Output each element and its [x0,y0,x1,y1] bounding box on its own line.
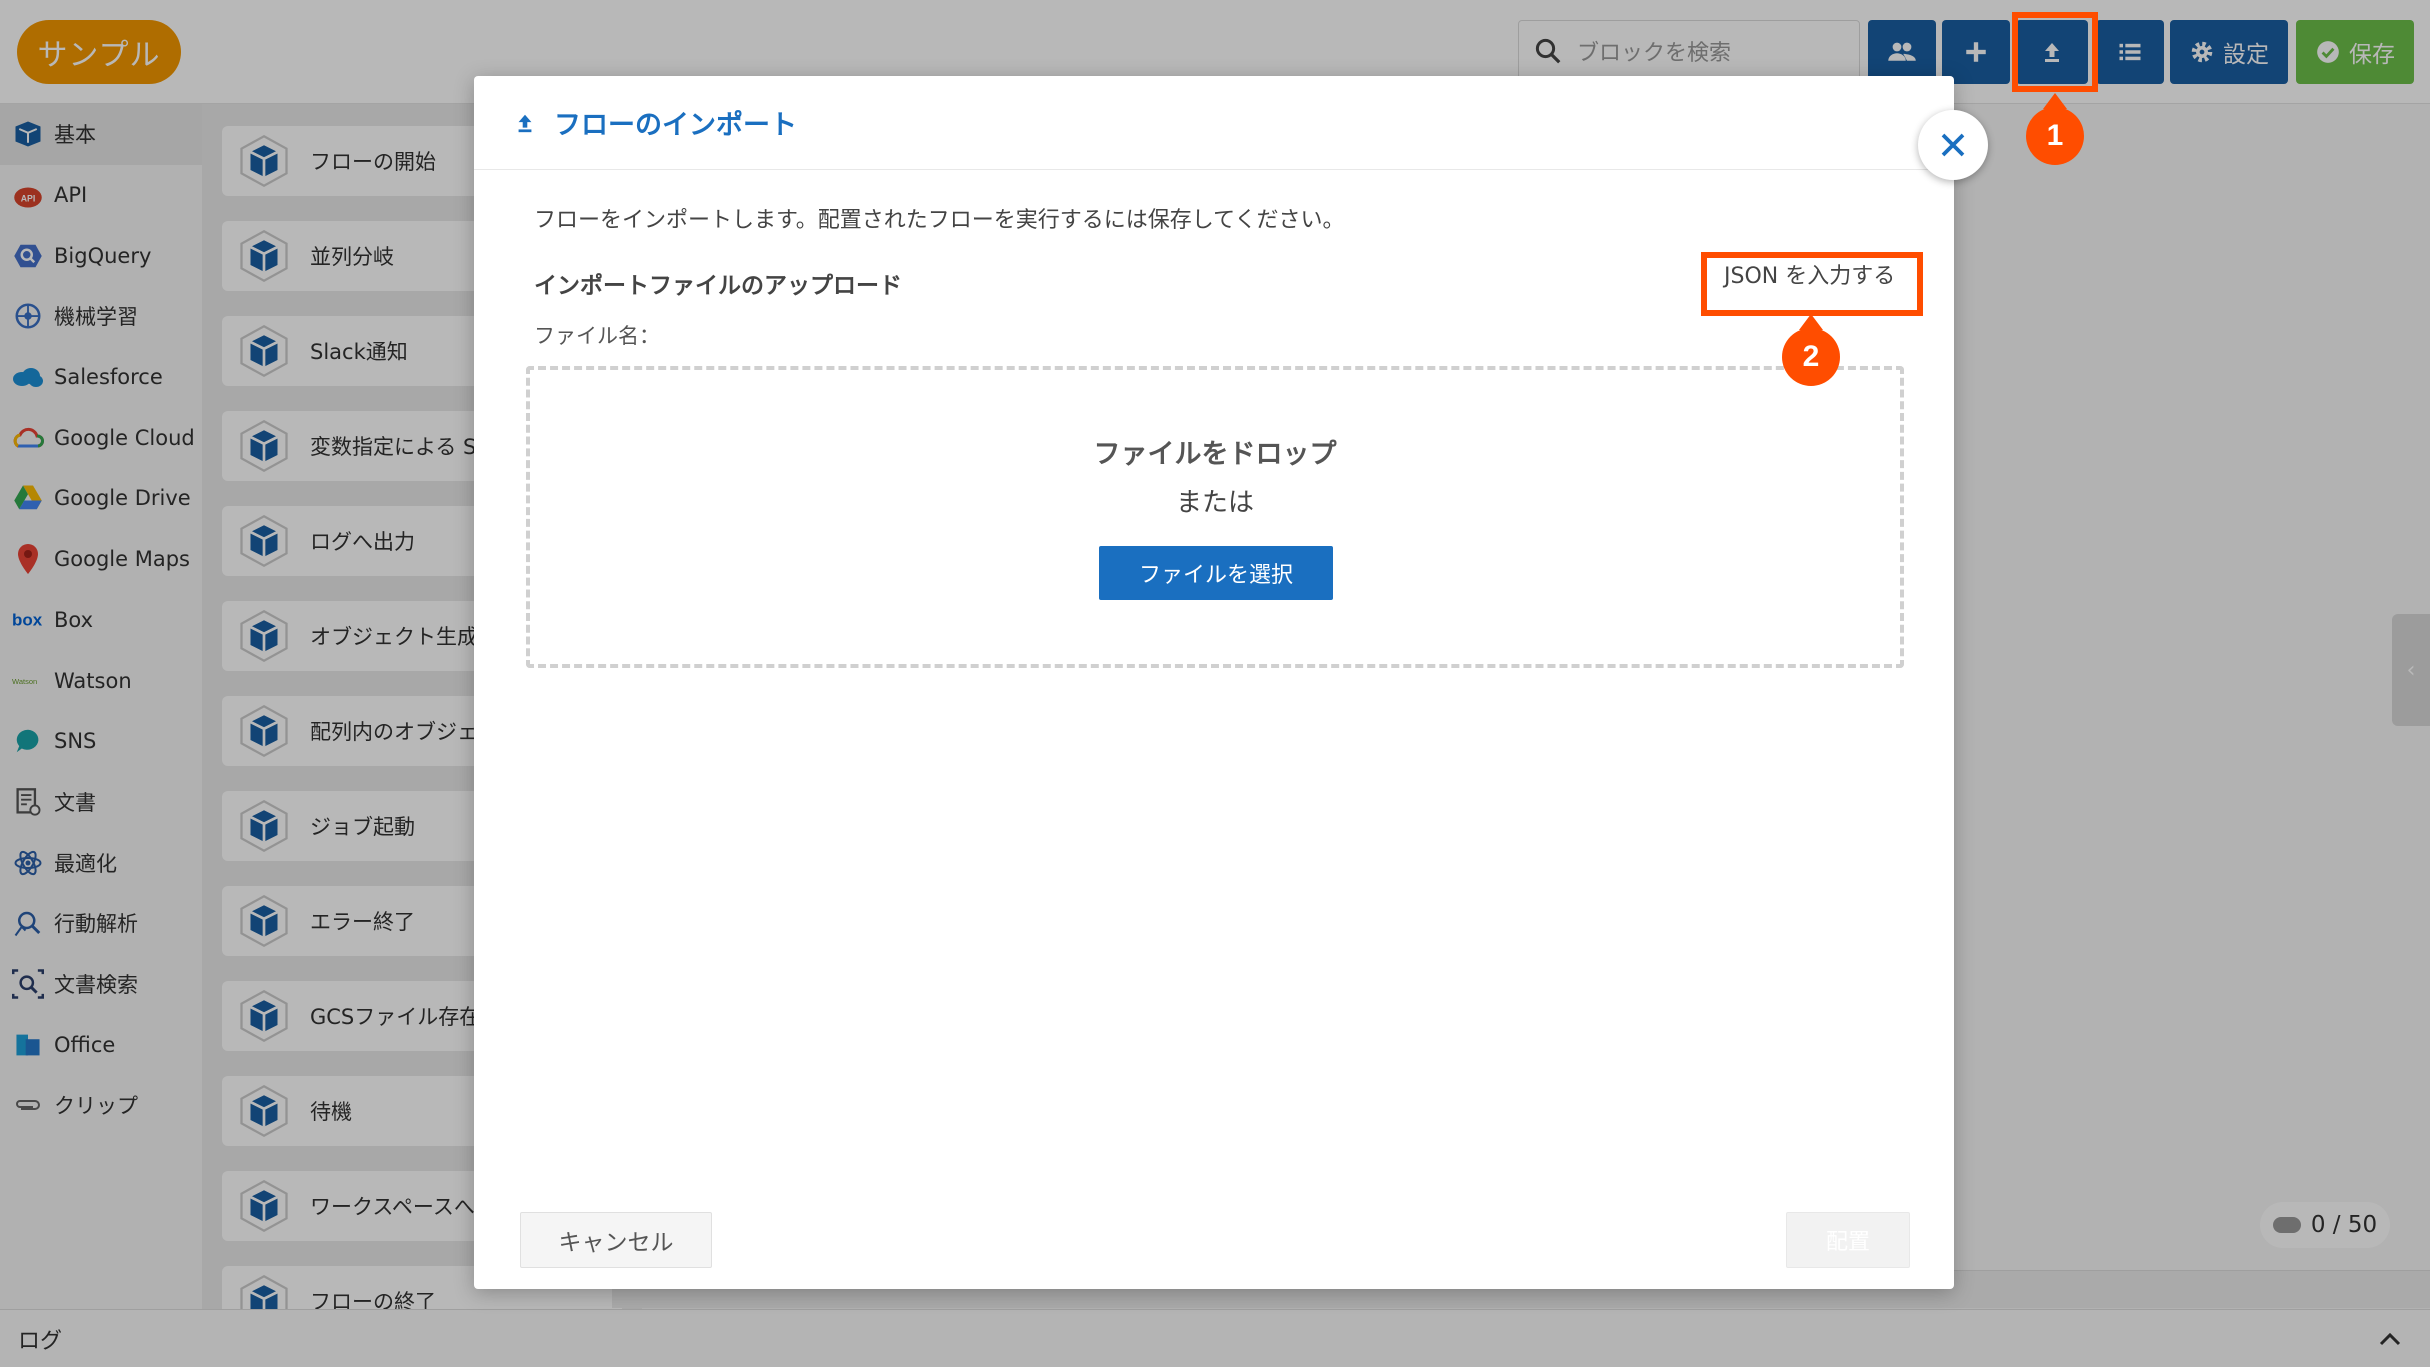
annotation-highlight-1 [2012,12,2098,92]
upload-section-label: インポートファイルのアップロード [534,273,902,299]
close-icon [1941,133,1965,157]
dialog-description: フローをインポートします。配置されたフローを実行するには保存してください。 [534,208,1345,233]
file-dropzone[interactable]: ファイルをドロップ または ファイルを選択 [526,366,1904,668]
filename-label: ファイル名： [534,324,660,348]
dialog-title: フローのインポート [554,110,797,141]
annotation-badge-1: 1 [2026,93,2084,165]
annotation-badge-2: 2 [1782,314,1840,386]
drop-title: ファイルをドロップ [1093,439,1337,470]
cancel-button[interactable]: キャンセル [520,1212,712,1268]
drop-or-text: または [1175,488,1254,518]
place-button[interactable]: 配置 [1786,1212,1910,1268]
dialog-header: フローのインポート [474,76,1954,170]
annotation-highlight-2 [1701,252,1923,316]
upload-icon [518,114,532,132]
select-file-button[interactable]: ファイルを選択 [1099,546,1333,600]
close-button[interactable] [1918,110,1988,180]
